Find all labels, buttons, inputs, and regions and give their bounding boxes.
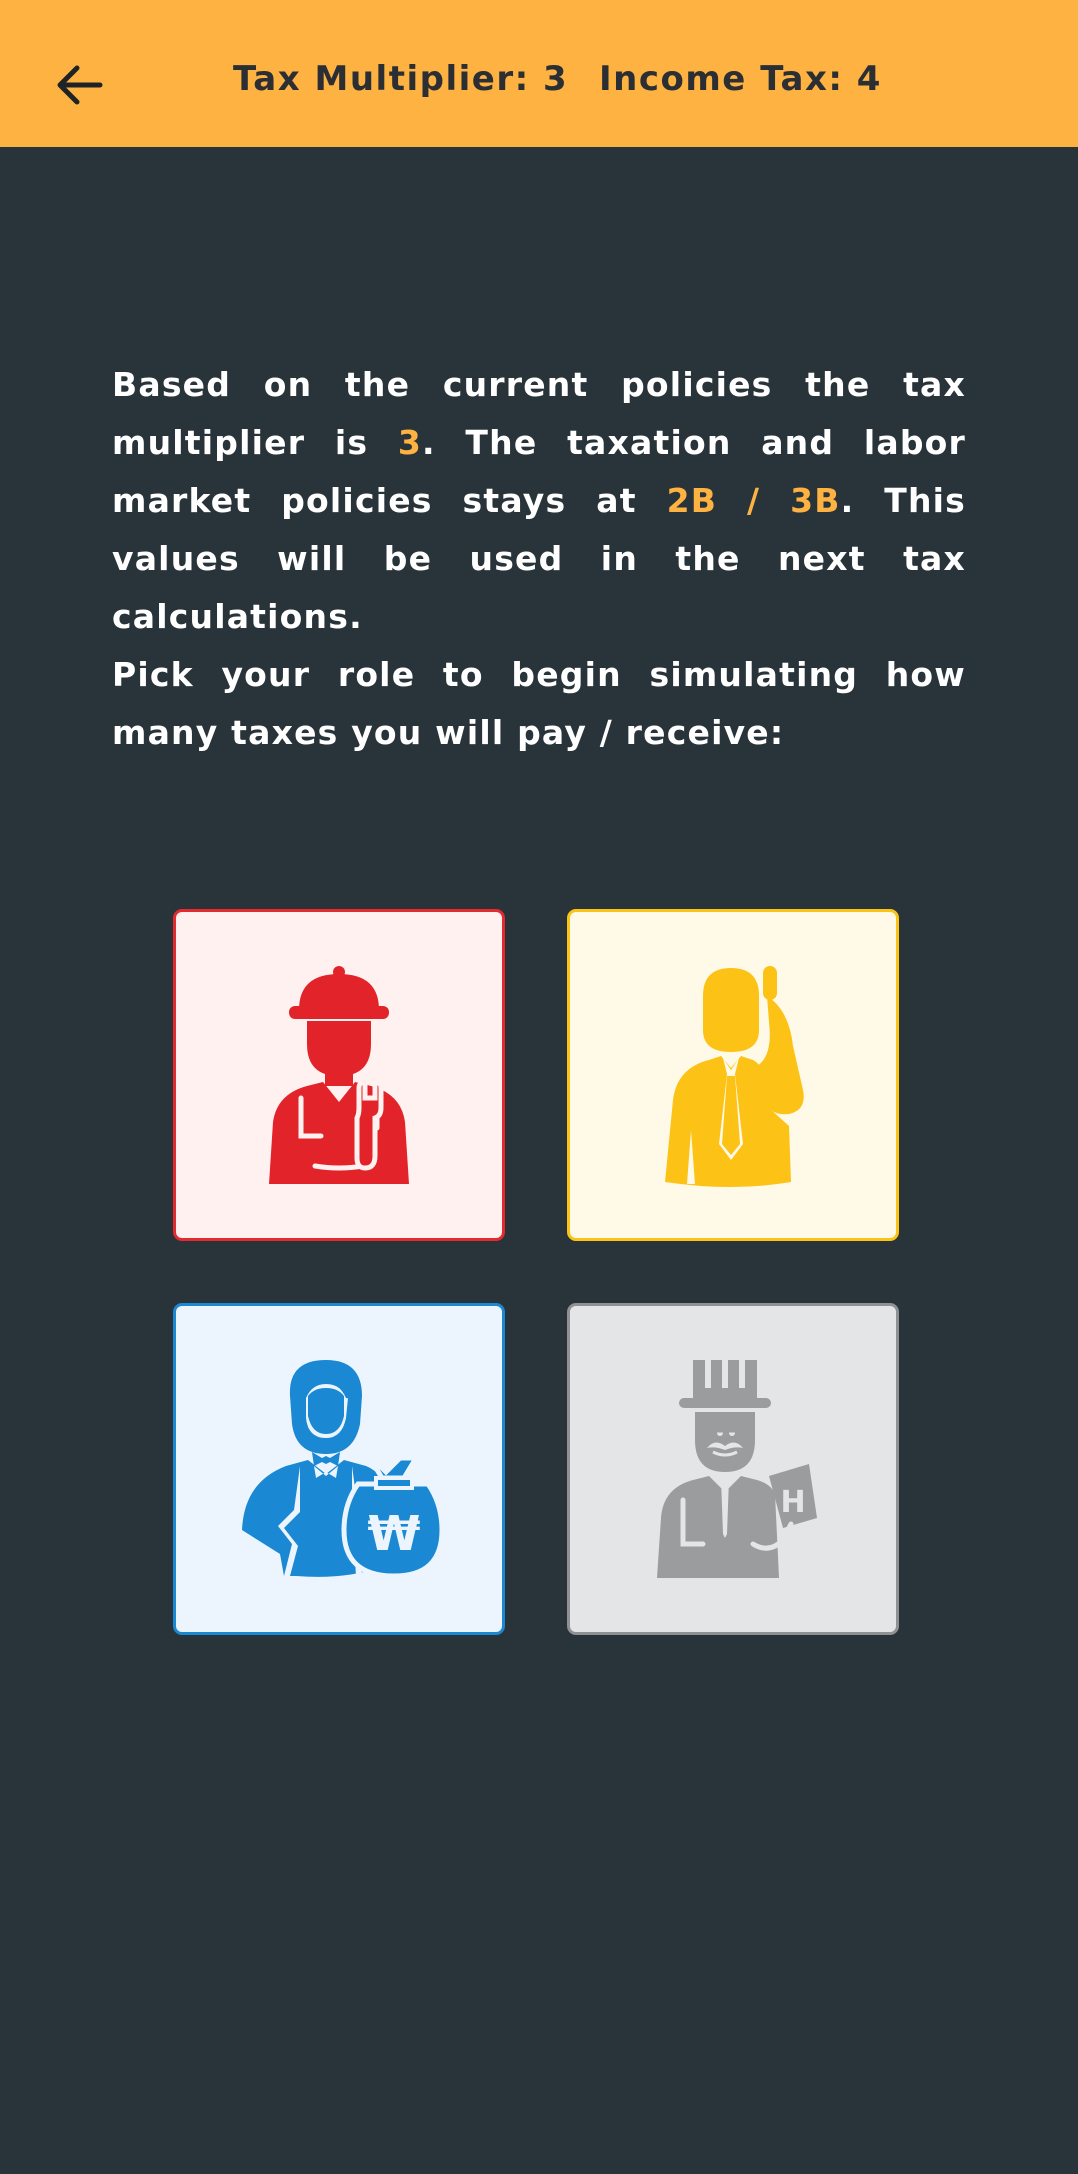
back-button[interactable] — [44, 50, 114, 120]
investor-money-bag-icon: ₩ — [242, 1360, 444, 1579]
tax-multiplier-label: Tax Multiplier: 3 — [233, 59, 569, 99]
businessman-phone-icon — [665, 966, 804, 1187]
hotel-letter: H — [780, 1485, 805, 1520]
won-symbol: ₩ — [368, 1506, 421, 1562]
policy-value: 2B / 3B — [666, 481, 841, 520]
worker-icon — [269, 966, 409, 1184]
capitalist-top-hat-icon: H — [657, 1360, 817, 1578]
policy-description: Based on the current policies the tax mu… — [112, 356, 966, 646]
role-card-worker[interactable] — [173, 909, 505, 1241]
role-card-employee[interactable] — [567, 909, 899, 1241]
income-tax-label: Income Tax: 4 — [599, 59, 882, 99]
arrow-left-icon — [57, 65, 103, 105]
tax-multiplier-value: 3 — [397, 423, 423, 462]
role-card-owner[interactable]: H — [567, 1303, 899, 1635]
role-card-investor[interactable]: ₩ — [173, 1303, 505, 1635]
top-bar: Tax Multiplier: 3 Income Tax: 4 — [0, 0, 1078, 147]
role-instruction: Pick your role to begin simulating how m… — [112, 655, 966, 752]
